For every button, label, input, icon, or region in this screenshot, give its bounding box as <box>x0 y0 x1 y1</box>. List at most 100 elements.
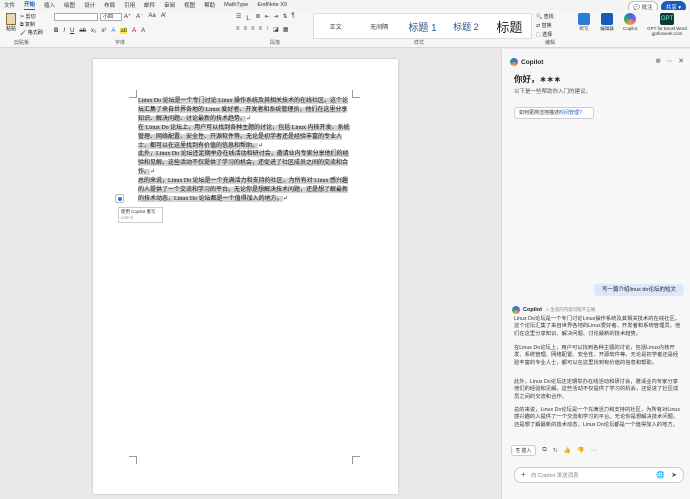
clear-format-icon[interactable]: A̸ <box>161 13 165 20</box>
clipboard-group-label: 剪贴板 <box>14 40 30 46</box>
more-icon[interactable]: ⋯ <box>591 447 597 454</box>
close-icon[interactable]: ✕ <box>678 57 684 65</box>
crop-mark <box>352 90 360 98</box>
document-paragraph[interactable]: Linux Do 论坛是一个专门讨论 Linux 操作系统及其相关技术的在线社区… <box>138 97 350 124</box>
char-shading-icon[interactable]: A <box>141 28 145 34</box>
insert-label: 插入 <box>521 448 532 454</box>
styles-group-label: 样式 <box>414 40 425 46</box>
decrease-indent-icon[interactable]: ⇤ <box>264 13 269 22</box>
bullets-icon[interactable]: ☰ <box>236 13 241 22</box>
italic-icon[interactable]: I <box>63 28 65 34</box>
highlight-icon[interactable]: ab <box>120 28 128 34</box>
thumbs-down-icon[interactable]: 👎 <box>577 447 584 454</box>
copilot-ribbon-button[interactable]: Copilot <box>620 13 640 39</box>
dictate-button[interactable]: 听写 <box>574 13 594 39</box>
user-message: 写一篇介绍linux do论坛的短文 <box>594 284 684 296</box>
copilot-rewrite-icon[interactable] <box>115 194 124 203</box>
font-size-select[interactable]: 小四 <box>100 13 122 21</box>
refresh-icon[interactable]: ↻ <box>553 447 558 454</box>
font-family-select[interactable] <box>54 13 98 21</box>
subscript-icon[interactable]: x₂ <box>91 28 96 34</box>
tab-view[interactable]: 视图 <box>184 1 195 9</box>
shading-icon[interactable]: ◪ <box>273 26 279 33</box>
clipboard-group: 粘贴 ✂ 剪切 ⧉ 复制 🖌 格式刷 <box>4 13 44 39</box>
document-page[interactable]: Linux Do 论坛是一个专门讨论 Linux 操作系统及其相关技术的在线社区… <box>93 59 398 494</box>
tab-layout[interactable]: 布局 <box>104 1 115 9</box>
change-case-icon[interactable]: Aa <box>148 13 155 20</box>
show-marks-icon[interactable]: ¶ <box>292 13 295 22</box>
tab-insert[interactable]: 插入 <box>44 1 55 9</box>
send-icon[interactable]: ➤ <box>671 471 677 479</box>
grow-font-icon[interactable]: A⁺ <box>124 13 131 20</box>
tab-mathtype[interactable]: MathType <box>224 2 248 8</box>
editor-label: 编辑器 <box>600 26 614 31</box>
increase-indent-icon[interactable]: ⇥ <box>273 13 278 22</box>
superscript-icon[interactable]: x² <box>101 28 106 34</box>
bold-icon[interactable]: B <box>54 28 58 34</box>
font-color-icon[interactable]: A <box>132 28 136 34</box>
style-title[interactable]: 标题 <box>488 14 531 38</box>
copilot-pane-title: Copilot <box>521 58 544 66</box>
align-center-icon[interactable]: ≡ <box>244 26 248 33</box>
tab-draw[interactable]: 绘图 <box>64 1 75 9</box>
tab-endnote[interactable]: EndNote X9 <box>257 2 287 8</box>
document-paragraph[interactable]: 在 Linux Do 论坛上，用户可以找到各种主题的讨论，包括 Linux 内核… <box>138 124 350 151</box>
new-chat-icon[interactable]: ⊕ <box>655 57 661 65</box>
copy-response-icon[interactable]: ⧉ <box>542 447 546 454</box>
style-heading-1[interactable]: 标题 1 <box>401 14 444 38</box>
copy-label: 复制 <box>24 22 35 28</box>
thumbs-up-icon[interactable]: 👍 <box>564 447 571 454</box>
underline-icon[interactable]: U <box>70 28 74 34</box>
format-painter-button[interactable]: 🖌 格式刷 <box>20 29 43 36</box>
line-spacing-icon[interactable]: ↕ <box>266 26 269 33</box>
editor-button[interactable]: 编辑器 <box>597 13 617 39</box>
strikethrough-icon[interactable]: ab <box>79 28 86 34</box>
document-paragraph[interactable]: 总的来说，Linux Do 论坛是一个充满活力和支持的社区，为所有对 Linux… <box>138 177 350 204</box>
sort-icon[interactable]: ⇅ <box>283 13 288 22</box>
chat-input[interactable] <box>531 471 641 481</box>
tab-home[interactable]: 开始 <box>24 1 36 10</box>
text-effects-icon[interactable]: A <box>111 28 115 34</box>
replace-button[interactable]: ⇄ 替换 <box>536 22 572 29</box>
tab-mailings[interactable]: 邮件 <box>144 1 155 9</box>
find-label: 查找 <box>543 14 554 20</box>
style-heading-2[interactable]: 标题 2 <box>444 14 487 38</box>
add-attachment-icon[interactable]: + <box>521 470 526 479</box>
tab-design[interactable]: 设计 <box>84 1 95 9</box>
numbering-icon[interactable]: ⒈ <box>245 13 251 22</box>
tab-review[interactable]: 审阅 <box>164 1 175 9</box>
editing-group: 🔍 查找 ⇄ 替换 ⬚ 选择 <box>536 13 572 39</box>
suggestion-chip[interactable]: 如何更简洁地描述时间管理? <box>514 107 594 119</box>
tab-help[interactable]: 帮助 <box>204 1 215 9</box>
align-right-icon[interactable]: ≡ <box>251 26 255 33</box>
response-paragraph: 总的来说，Linux Do论坛是一个充满活力和支持的社区，为所有对Linux感兴… <box>514 407 680 428</box>
font-group-label: 字体 <box>115 40 126 46</box>
dictate-label: 听写 <box>579 26 589 31</box>
globe-icon[interactable]: 🌐 <box>656 471 665 479</box>
select-button[interactable]: ⬚ 选择 <box>536 31 572 38</box>
copilot-logo-icon <box>510 58 518 66</box>
style-no-spacing[interactable]: 无间隔 <box>357 14 400 38</box>
find-button[interactable]: 🔍 查找 <box>536 13 572 20</box>
multilevel-icon[interactable]: ≣ <box>255 13 260 22</box>
document-paragraph[interactable]: 此外，Linux Do 论坛还定期举办在线活动和研讨会，邀请业内专家分享他们的经… <box>138 150 350 177</box>
copilot-icon <box>624 13 636 25</box>
copilot-pane: Copilot ⊕ ⋯ ✕ 你好，∗∗∗ 以下是一些帮助你入门的建议。 如何更简… <box>501 49 690 499</box>
copilot-avatar-icon <box>512 306 520 314</box>
borders-icon[interactable]: ▦ <box>283 26 289 33</box>
gpt-icon: GPT <box>660 13 674 25</box>
style-normal[interactable]: 正文 <box>314 14 357 38</box>
insert-button[interactable]: ⎘ 插入 <box>511 445 537 456</box>
tab-references[interactable]: 引用 <box>124 1 135 9</box>
paste-icon <box>6 13 16 25</box>
copy-button[interactable]: ⧉ 复制 <box>20 21 35 28</box>
align-left-icon[interactable]: ≡ <box>236 26 240 33</box>
shrink-font-icon[interactable]: A⁻ <box>136 13 143 20</box>
gpt-for-work-button[interactable]: GPT GPT for Excel Word gptforwork.com <box>646 13 688 43</box>
tab-file[interactable]: 文件 <box>4 1 15 9</box>
more-options-icon[interactable]: ⋯ <box>666 57 673 65</box>
justify-icon[interactable]: ≡ <box>259 26 263 33</box>
paste-label: 粘贴 <box>5 26 16 32</box>
cut-button[interactable]: ✂ 剪切 <box>20 13 36 20</box>
paste-button[interactable]: 粘贴 <box>4 13 18 33</box>
